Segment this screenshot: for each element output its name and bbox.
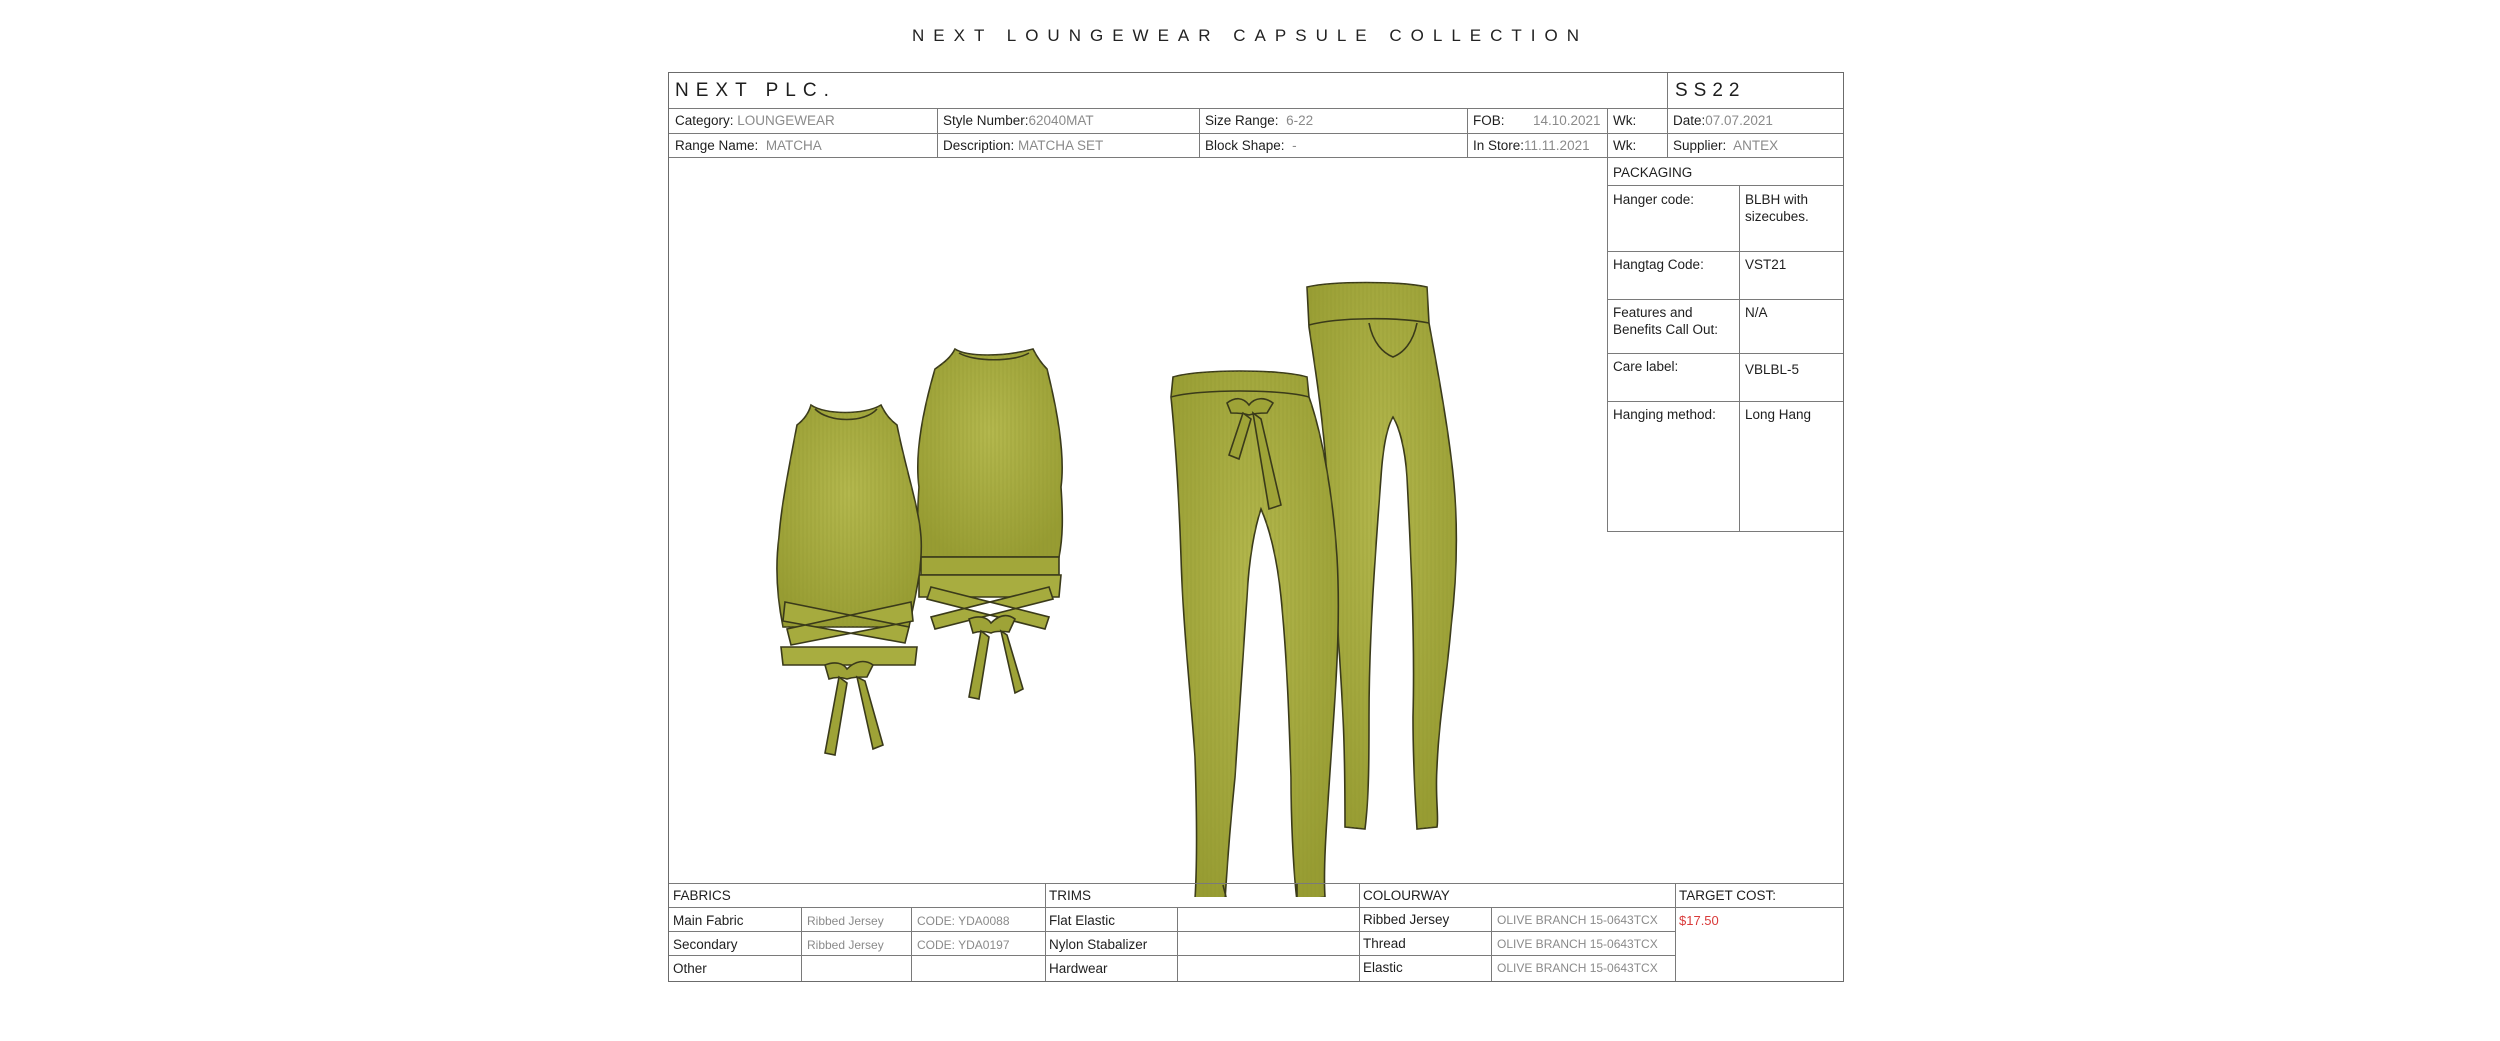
collection-title: NEXT LOUNGEWEAR CAPSULE COLLECTION [912,26,1588,45]
divider [1667,73,1668,108]
divider [669,931,1675,932]
divider [1491,907,1492,981]
divider [1177,907,1178,981]
fabric-code: CODE: YDA0088 [917,914,1010,928]
category-field: Category: LOUNGEWEAR [675,113,835,128]
style-value: 62040MAT [1028,113,1094,128]
trims-heading: TRIMS [1049,888,1091,903]
fob-value: 14.10.2021 [1533,113,1601,128]
features-value: N/A [1745,305,1768,320]
range-label: Range Name: [675,138,759,153]
divider [1675,883,1676,981]
block-value: - [1292,138,1297,153]
divider [1359,883,1360,981]
instore-field: In Store:11.11.2021 [1473,138,1590,153]
divider [1199,108,1200,157]
divider [1667,108,1668,157]
target-cost-heading: TARGET COST: [1679,888,1777,903]
wk-label-1: Wk: [1613,113,1637,128]
divider [1607,185,1843,186]
hangtag-code-value: VST21 [1745,257,1787,272]
hanging-method-label: Hanging method: [1613,407,1716,422]
block-field: Block Shape: - [1205,138,1297,153]
date-value: 07.07.2021 [1705,113,1773,128]
instore-label: In Store: [1473,138,1525,153]
date-label: Date: [1673,113,1706,128]
packaging-heading: PACKAGING [1613,165,1693,180]
description-field: Description: MATCHA SET [943,138,1103,153]
leggings-front-sketch [1170,370,1340,897]
range-value: MATCHA [765,138,822,153]
description-value: MATCHA SET [1018,138,1104,153]
care-label-label: Care label: [1613,359,1679,374]
supplier-value: ANTEX [1733,138,1779,153]
brand-name: NEXT PLC. [675,80,836,101]
colourway-item: Elastic [1363,960,1403,975]
description-label: Description: [943,138,1015,153]
colourway-item: Thread [1363,936,1406,951]
hanger-code-label: Hanger code: [1613,192,1695,207]
size-label: Size Range: [1205,113,1279,128]
divider [1607,251,1843,252]
colourway-heading: COLOURWAY [1363,888,1450,903]
season-code: SS22 [1675,80,1746,101]
date-field: Date:07.07.2021 [1673,113,1773,128]
colourway-colour: OLIVE BRANCH 15-0643TCX [1497,913,1658,927]
crop-top-back-sketch [916,347,1064,700]
target-cost-value: $17.50 [1679,913,1719,928]
divider [1607,157,1608,531]
divider [1467,108,1468,157]
colourway-colour: OLIVE BRANCH 15-0643TCX [1497,937,1658,951]
colourway-colour: OLIVE BRANCH 15-0643TCX [1497,961,1658,975]
hanger-code-value: BLBH with sizecubes. [1745,192,1809,224]
trim-item: Flat Elastic [1049,913,1116,928]
fabric-code: CODE: YDA0197 [917,938,1010,952]
category-value: LOUNGEWEAR [737,113,835,128]
range-field: Range Name: MATCHA [675,138,822,153]
category-label: Category: [675,113,734,128]
divider [911,907,912,981]
divider [1607,531,1843,532]
hanging-method-value: Long Hang [1745,407,1812,422]
divider [1045,883,1046,981]
divider [669,883,1843,884]
divider [1607,353,1843,354]
divider [801,907,802,981]
style-label: Style Number: [943,113,1029,128]
care-label-value: VBLBL-5 [1745,362,1800,377]
trim-item: Hardwear [1049,961,1108,976]
fabric-type: Ribbed Jersey [807,914,884,928]
divider [1739,185,1740,531]
features-label: Features and Benefits Call Out: [1613,305,1719,337]
fabric-name: Other [673,961,707,976]
divider [669,955,1675,956]
divider [1607,108,1608,157]
style-field: Style Number:62040MAT [943,113,1094,128]
divider [1607,299,1843,300]
divider [669,907,1843,908]
supplier-label: Supplier: [1673,138,1727,153]
size-value: 6-22 [1286,113,1314,128]
fabric-name: Main Fabric [673,913,744,928]
colourway-item: Ribbed Jersey [1363,912,1450,927]
fob-label: FOB: [1473,113,1505,128]
trim-item: Nylon Stabalizer [1049,937,1148,952]
block-label: Block Shape: [1205,138,1285,153]
crop-top-front-sketch [776,403,923,756]
fabrics-heading: FABRICS [673,888,731,903]
garment-illustration [776,281,1458,897]
fabric-type: Ribbed Jersey [807,938,884,952]
hangtag-code-label: Hangtag Code: [1613,257,1704,272]
size-field: Size Range: 6-22 [1205,113,1313,128]
fabric-name: Secondary [673,937,738,952]
spec-sheet: NEXT PLC. SS22 Category: LOUNGEWEAR Styl… [668,72,1844,982]
divider [937,108,938,157]
divider [1607,401,1843,402]
wk-label-2: Wk: [1613,138,1637,153]
instore-value: 11.11.2021 [1524,138,1590,153]
supplier-field: Supplier: ANTEX [1673,138,1778,153]
